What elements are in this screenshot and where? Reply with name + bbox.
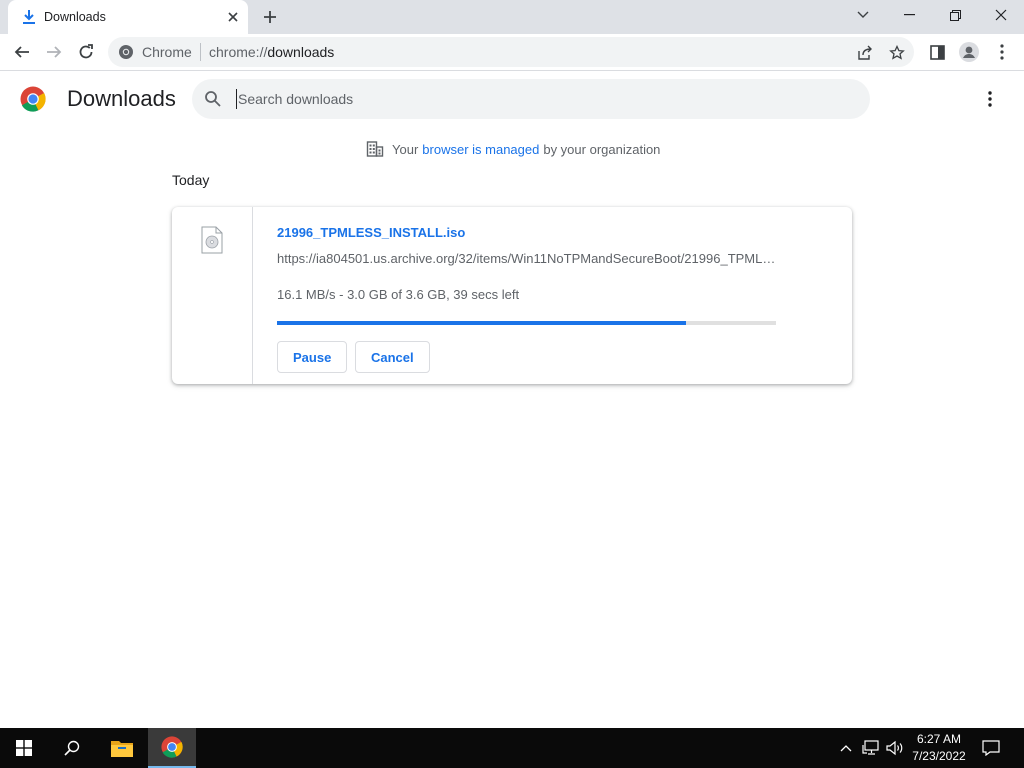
network-icon[interactable] [861, 738, 881, 758]
tab-downloads[interactable]: Downloads [8, 0, 248, 34]
minimize-button[interactable] [886, 0, 932, 30]
date-heading: Today [172, 172, 210, 188]
new-tab-button[interactable] [258, 6, 282, 28]
more-actions-icon[interactable] [978, 87, 1002, 111]
tab-search-chevron-icon[interactable] [840, 0, 886, 30]
managed-prefix: Your [392, 141, 419, 157]
side-panel-icon[interactable] [924, 39, 950, 65]
managed-notice: Your browser is managed by your organiza… [366, 140, 660, 158]
chrome-logo-icon [20, 86, 46, 112]
file-icon [201, 226, 223, 254]
back-button[interactable] [8, 38, 36, 66]
chrome-menu-icon[interactable] [989, 39, 1015, 65]
url-host: downloads [267, 44, 335, 60]
forward-button[interactable] [40, 38, 68, 66]
clock-time: 6:27 AM [916, 732, 962, 746]
browser-toolbar: Chrome chrome://downloads [0, 34, 1024, 71]
url-scheme: chrome:// [209, 44, 268, 60]
download-source-url[interactable]: https://ia804501.us.archive.org/32/items… [277, 251, 777, 266]
search-bar[interactable] [192, 79, 870, 119]
restore-button[interactable] [932, 0, 978, 30]
cancel-button[interactable]: Cancel [355, 341, 430, 373]
start-button[interactable] [0, 728, 48, 768]
profile-avatar-icon[interactable] [956, 39, 982, 65]
search-input[interactable] [236, 89, 836, 109]
building-icon [366, 141, 384, 157]
address-separator [200, 43, 201, 61]
download-icon [23, 10, 35, 24]
windows-taskbar [0, 728, 1024, 768]
download-filename-link[interactable]: 21996_TPMLESS_INSTALL.iso [277, 225, 465, 240]
taskbar-clock[interactable]: 6:27 AM 7/23/2022 [908, 731, 970, 765]
share-icon[interactable] [856, 44, 874, 62]
show-hidden-icons-chevron-icon[interactable] [836, 738, 856, 758]
bookmark-star-icon[interactable] [888, 44, 906, 62]
close-window-button[interactable] [978, 0, 1024, 30]
managed-suffix: by your organization [543, 141, 661, 157]
page-title: Downloads [67, 86, 176, 111]
file-explorer-icon[interactable] [98, 728, 146, 768]
browser-managed-link[interactable]: browser is managed [422, 142, 539, 157]
tab-title: Downloads [44, 10, 106, 24]
pause-button[interactable]: Pause [277, 341, 348, 373]
address-url: chrome://downloads [209, 44, 334, 60]
search-icon [205, 91, 221, 107]
download-status: 16.1 MB/s - 3.0 GB of 3.6 GB, 39 secs le… [277, 287, 520, 302]
tab-strip: Downloads [0, 0, 1024, 34]
tab-close-icon[interactable] [224, 8, 242, 26]
card-divider [252, 207, 253, 384]
address-bar[interactable]: Chrome chrome://downloads [108, 37, 914, 67]
site-chip: Chrome [142, 44, 192, 60]
volume-icon[interactable] [885, 738, 905, 758]
download-progress-fill [277, 321, 687, 325]
download-item-card: 21996_TPMLESS_INSTALL.iso https://ia8045… [172, 207, 852, 384]
download-progress-bar [277, 321, 776, 325]
action-center-icon[interactable] [981, 738, 1001, 758]
taskbar-chrome-icon[interactable] [148, 728, 196, 768]
taskbar-search-icon[interactable] [48, 728, 96, 768]
clock-date: 7/23/2022 [912, 749, 966, 763]
reload-button[interactable] [72, 38, 100, 66]
chrome-site-icon [119, 45, 133, 59]
